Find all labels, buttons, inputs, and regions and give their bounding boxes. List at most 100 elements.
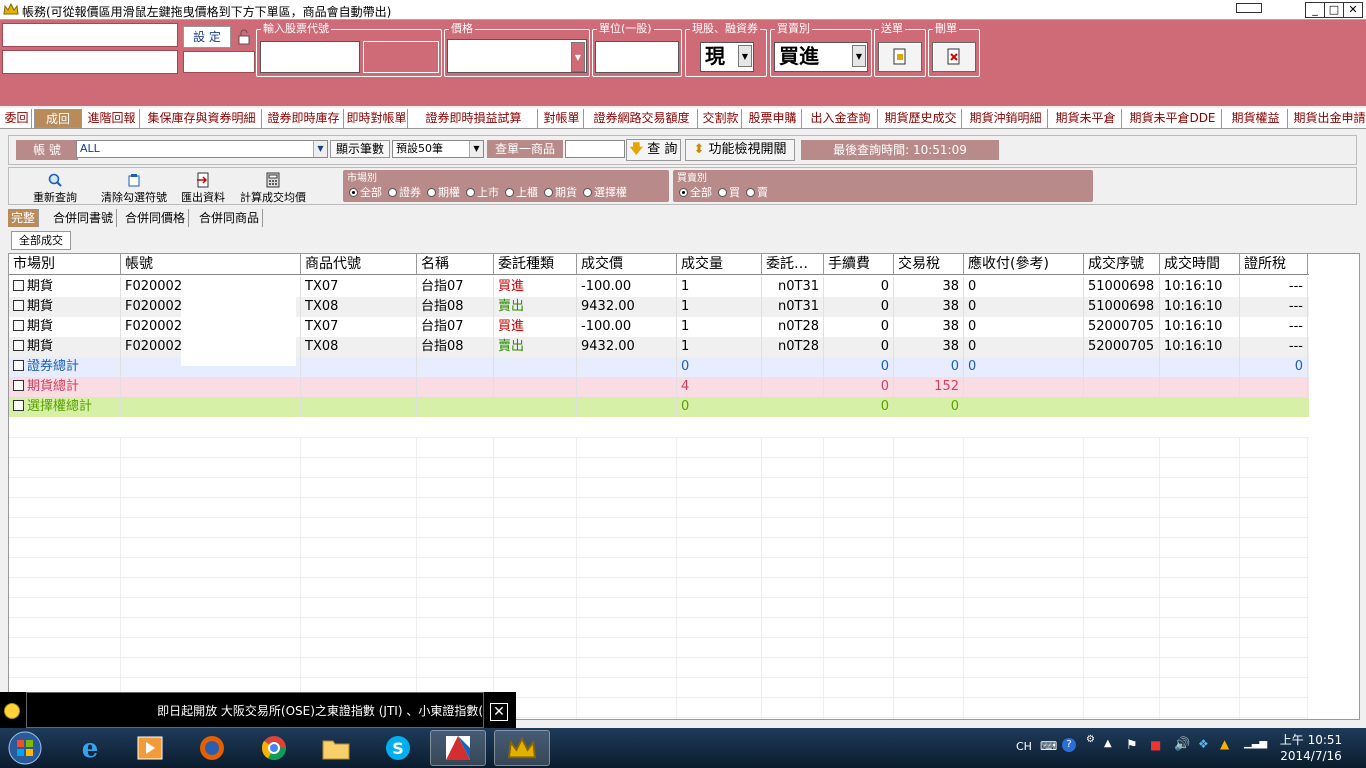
start-button[interactable]: [0, 730, 50, 766]
subtab-2[interactable]: 合併同價格: [122, 209, 190, 227]
tab-14[interactable]: 期貨未平倉: [1050, 109, 1122, 128]
tab-0[interactable]: 委回: [2, 109, 32, 128]
price-select[interactable]: ▼: [447, 39, 587, 73]
tab-13[interactable]: 期貨沖銷明細: [964, 109, 1048, 128]
table-row[interactable]: 期貨總計 4 0 152: [9, 377, 1309, 397]
column-header-5[interactable]: 成交價: [577, 254, 677, 275]
column-header-1[interactable]: 帳號: [121, 254, 301, 275]
restore-panel-icon[interactable]: [1236, 3, 1262, 13]
tab-6[interactable]: 證券即時損益試算: [410, 109, 538, 128]
column-header-10[interactable]: 應收付(參考): [964, 254, 1084, 275]
column-header-9[interactable]: 交易稅: [894, 254, 964, 275]
tab-8[interactable]: 證券網路交易額度: [586, 109, 698, 128]
volume-icon[interactable]: 🔊: [1174, 737, 1190, 752]
query-one-input[interactable]: [565, 140, 625, 158]
column-header-11[interactable]: 成交序號: [1084, 254, 1160, 275]
column-header-12[interactable]: 成交時間: [1160, 254, 1240, 275]
tab-12[interactable]: 期貨歷史成交: [880, 109, 962, 128]
ticker-text[interactable]: 即日起開放 大阪交易所(OSE)之東證指數 (JTI) 、小東證指數(: [26, 692, 484, 728]
stock-code-input[interactable]: [260, 41, 360, 73]
keyboard-icon[interactable]: ⌨: [1040, 739, 1057, 753]
column-header-7[interactable]: 委託…: [762, 254, 824, 275]
clear-checks-button[interactable]: 清除勾選符號: [95, 172, 173, 204]
tab-15[interactable]: 期貨未平倉DDE: [1124, 109, 1222, 128]
tab-1[interactable]: 成回: [34, 109, 82, 128]
account-select[interactable]: ALL ▼: [76, 140, 328, 158]
network-icon[interactable]: ▁▃▅: [1244, 738, 1267, 749]
subtab-0[interactable]: 完整: [8, 209, 40, 227]
row-checkbox[interactable]: [13, 280, 24, 291]
security-icon[interactable]: ■: [1150, 738, 1161, 752]
query-button[interactable]: 🡇 查 詢: [626, 139, 681, 161]
ticker-close-button[interactable]: ✕: [490, 703, 508, 721]
media-taskbar-button[interactable]: [122, 730, 178, 766]
calc-average-button[interactable]: 計算成交均價: [235, 172, 311, 204]
minimize-button[interactable]: _: [1305, 2, 1325, 18]
column-header-6[interactable]: 成交量: [677, 254, 762, 275]
market-radio-0[interactable]: 全部: [347, 186, 382, 199]
side-radio-2[interactable]: 賣: [744, 186, 768, 199]
tab-16[interactable]: 期貨權益: [1224, 109, 1288, 128]
send-order-button[interactable]: [878, 42, 922, 72]
market-radio-4[interactable]: 上櫃: [503, 186, 538, 199]
input-language[interactable]: CH: [1016, 740, 1032, 753]
lock-icon[interactable]: [236, 29, 252, 45]
column-header-0[interactable]: 市場別: [9, 254, 121, 275]
column-header-2[interactable]: 商品代號: [301, 254, 417, 275]
delete-order-button[interactable]: [932, 42, 976, 72]
subtab-3[interactable]: 合併同商品: [196, 209, 264, 227]
trading-app-taskbar-button[interactable]: [430, 730, 486, 766]
market-radio-5[interactable]: 期貨: [542, 186, 577, 199]
system-clock[interactable]: 上午 10:51 2014/7/16: [1272, 732, 1350, 764]
tab-9[interactable]: 交割款: [700, 109, 742, 128]
table-row[interactable]: 選擇權總計 0 0 0: [9, 397, 1309, 417]
help-icon[interactable]: ?: [1062, 738, 1076, 752]
set-button[interactable]: 設 定: [183, 26, 231, 48]
chrome-taskbar-button[interactable]: [246, 730, 302, 766]
toggle-view-button[interactable]: ⬍ 功能檢視開關: [685, 139, 795, 161]
tab-17[interactable]: 期貨出金申請: [1290, 109, 1366, 128]
side-radio-1[interactable]: 買: [716, 186, 740, 199]
market-radio-2[interactable]: 期權: [425, 186, 460, 199]
close-button[interactable]: ✕: [1343, 2, 1363, 18]
explorer-taskbar-button[interactable]: [308, 730, 364, 766]
maximize-button[interactable]: □: [1324, 2, 1344, 18]
tab-2[interactable]: 進階回報: [84, 109, 140, 128]
ie-taskbar-button[interactable]: e: [62, 730, 118, 766]
dropbox-icon[interactable]: ❖: [1198, 737, 1209, 751]
crown-app-taskbar-button[interactable]: [494, 730, 550, 766]
tab-4[interactable]: 證券即時庫存: [264, 109, 344, 128]
subtab-1[interactable]: 合併同書號: [50, 209, 118, 227]
column-header-8[interactable]: 手續費: [824, 254, 894, 275]
cash-margin-select[interactable]: 現 ▼: [700, 42, 754, 72]
row-checkbox[interactable]: [13, 340, 24, 351]
market-radio-3[interactable]: 上市: [464, 186, 499, 199]
tab-3[interactable]: 集保庫存與資券明細: [142, 109, 262, 128]
export-button[interactable]: 匯出資料: [177, 172, 229, 204]
tab-5[interactable]: 即時對帳單: [346, 109, 408, 128]
column-header-4[interactable]: 委託種類: [494, 254, 577, 275]
market-radio-1[interactable]: 證券: [386, 186, 421, 199]
skype-taskbar-button[interactable]: S: [370, 730, 426, 766]
tab-7[interactable]: 對帳單: [540, 109, 584, 128]
options-icon[interactable]: ⚙: [1086, 734, 1095, 745]
row-checkbox[interactable]: [13, 380, 24, 391]
unit-input[interactable]: [595, 41, 679, 73]
buy-sell-select[interactable]: 買進 ▼: [774, 42, 868, 72]
column-header-13[interactable]: 證所稅: [1240, 254, 1308, 275]
requery-button[interactable]: 重新查詢: [25, 172, 85, 204]
row-checkbox[interactable]: [13, 400, 24, 411]
market-radio-6[interactable]: 選擇權: [581, 186, 627, 199]
drive-icon[interactable]: ▲: [1220, 737, 1229, 751]
tab-11[interactable]: 出入金查詢: [804, 109, 878, 128]
side-radio-0[interactable]: 全部: [677, 186, 712, 199]
tray-expand-icon[interactable]: ▲: [1104, 738, 1112, 749]
row-checkbox[interactable]: [13, 300, 24, 311]
row-checkbox[interactable]: [13, 360, 24, 371]
action-center-icon[interactable]: ⚑: [1126, 738, 1138, 753]
firefox-taskbar-button[interactable]: [184, 730, 240, 766]
row-checkbox[interactable]: [13, 320, 24, 331]
tab-10[interactable]: 股票申購: [744, 109, 802, 128]
all-trades-tab[interactable]: 全部成交: [11, 231, 71, 250]
show-count-select[interactable]: 預設50筆 ▼: [392, 140, 484, 158]
